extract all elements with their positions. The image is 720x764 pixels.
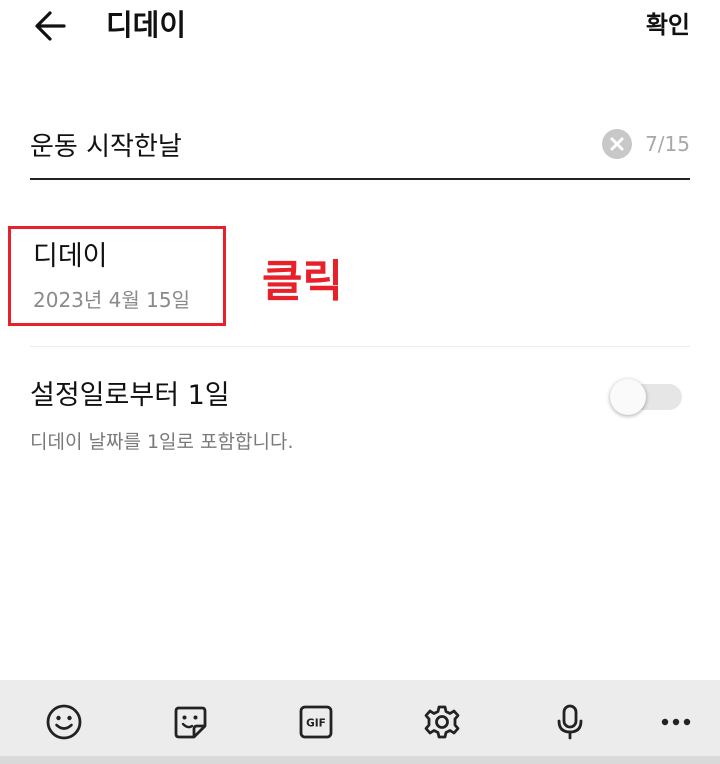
toggle-knob bbox=[610, 379, 646, 415]
dday-label: 디데이 bbox=[33, 241, 108, 272]
event-name-input[interactable] bbox=[30, 124, 590, 164]
include-start-day-title: 설정일로부터 1일 bbox=[30, 380, 230, 411]
include-start-day-toggle[interactable] bbox=[610, 379, 682, 415]
emoji-icon bbox=[46, 704, 82, 740]
sticker-icon bbox=[174, 706, 207, 739]
click-annotation: 클릭 bbox=[262, 256, 343, 307]
character-count: 7/15 bbox=[645, 132, 690, 156]
gif-button[interactable]: GIF bbox=[292, 698, 340, 746]
dday-date-row[interactable]: 디데이 2023년 4월 15일 bbox=[8, 226, 226, 326]
include-start-day-description: 디데이 날짜를 1일로 포함합니다. bbox=[30, 431, 294, 453]
keyboard-settings-button[interactable] bbox=[418, 698, 466, 746]
clear-input-button[interactable] bbox=[602, 129, 632, 159]
keyboard-toolbar: GIF bbox=[0, 680, 720, 764]
page-title: 디데이 bbox=[106, 8, 187, 42]
arrow-left-icon bbox=[35, 11, 66, 41]
microphone-icon bbox=[557, 704, 583, 740]
event-name-field: 7/15 bbox=[30, 118, 690, 180]
app-header: 디데이 확인 bbox=[0, 0, 720, 56]
sticker-button[interactable] bbox=[166, 698, 214, 746]
back-button[interactable] bbox=[30, 6, 74, 46]
emoji-button[interactable] bbox=[40, 698, 88, 746]
section-divider bbox=[30, 346, 690, 347]
dday-date-value: 2023년 4월 15일 bbox=[33, 288, 190, 312]
settings-gear-icon bbox=[424, 705, 460, 739]
gif-icon: GIF bbox=[299, 705, 333, 739]
more-options-button[interactable] bbox=[652, 698, 700, 746]
confirm-button[interactable]: 확인 bbox=[646, 8, 690, 42]
clear-circle-icon bbox=[610, 137, 624, 151]
gif-label: GIF bbox=[306, 718, 326, 730]
keyboard-bottom-strip bbox=[0, 756, 720, 764]
voice-input-button[interactable] bbox=[546, 698, 594, 746]
more-icon bbox=[661, 718, 691, 726]
